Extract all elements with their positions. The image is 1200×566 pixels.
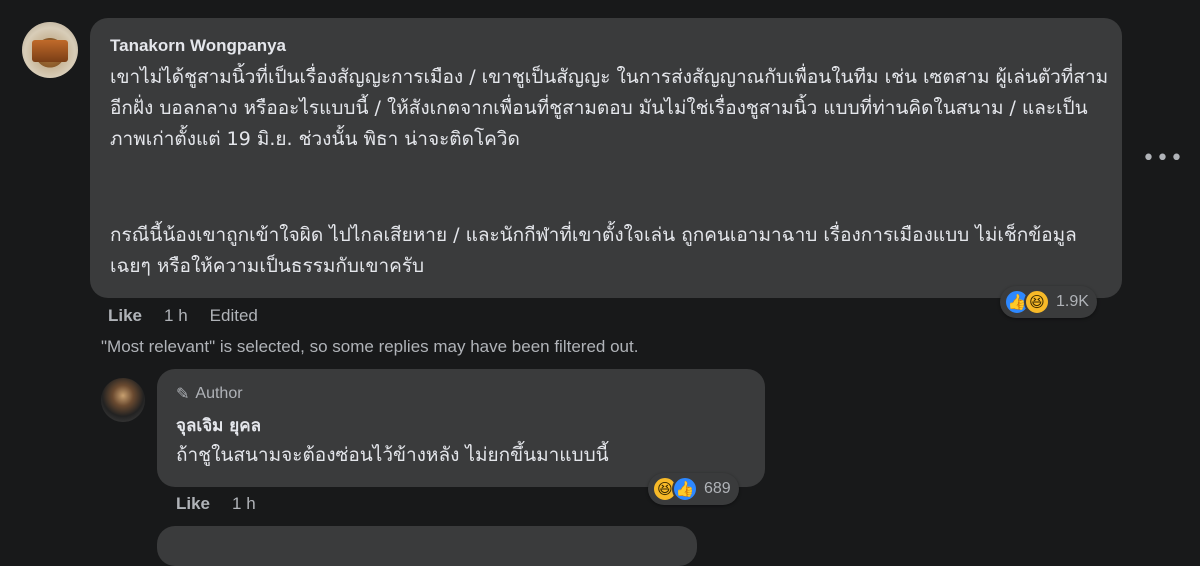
edited-label: Edited: [209, 306, 258, 325]
like-button[interactable]: Like: [108, 306, 142, 326]
reply-actions: Like 1 h: [176, 494, 278, 514]
comment-actions: Like 1 h Edited: [108, 306, 280, 326]
reaction-count: 1.9K: [1056, 293, 1089, 310]
comment-timestamp[interactable]: 1 h: [164, 306, 188, 326]
like-button[interactable]: Like: [176, 494, 210, 514]
author-badge-label: Author: [195, 385, 243, 402]
reaction-count: 689: [704, 480, 731, 497]
reply-author-avatar[interactable]: [101, 378, 145, 422]
comment-author-name[interactable]: Tanakorn Wongpanya: [110, 36, 286, 56]
reply-text: ถ้าชูในสนามจะต้องซ่อนไว้ข้างหลัง ไม่ยกขึ…: [176, 444, 609, 466]
reply-reactions[interactable]: 😆 👍 689: [648, 473, 739, 505]
comment-reactions[interactable]: 👍 😆 1.9K: [1000, 286, 1097, 318]
comment-paragraph: กรณีนี้น้องเขาถูกเข้าใจผิด ไปไกลเสียหาย …: [110, 224, 1077, 277]
more-options-icon[interactable]: •••: [1142, 144, 1183, 174]
reply-author-name[interactable]: จุลเจิม ยุคล: [176, 412, 261, 439]
haha-reaction-icon: 😆: [1024, 289, 1050, 315]
pencil-icon: ✎: [176, 386, 190, 403]
filter-note: "Most relevant" is selected, so some rep…: [101, 337, 639, 356]
comment-paragraph: เขาไม่ได้ชูสามนิ้วที่เป็นเรื่องสัญญะการเ…: [110, 66, 1109, 150]
commenter-avatar[interactable]: [22, 22, 78, 78]
reply-timestamp[interactable]: 1 h: [232, 494, 256, 514]
next-reply-bubble: [157, 526, 697, 566]
like-reaction-icon: 👍: [672, 476, 698, 502]
author-badge: ✎ Author: [176, 384, 243, 404]
